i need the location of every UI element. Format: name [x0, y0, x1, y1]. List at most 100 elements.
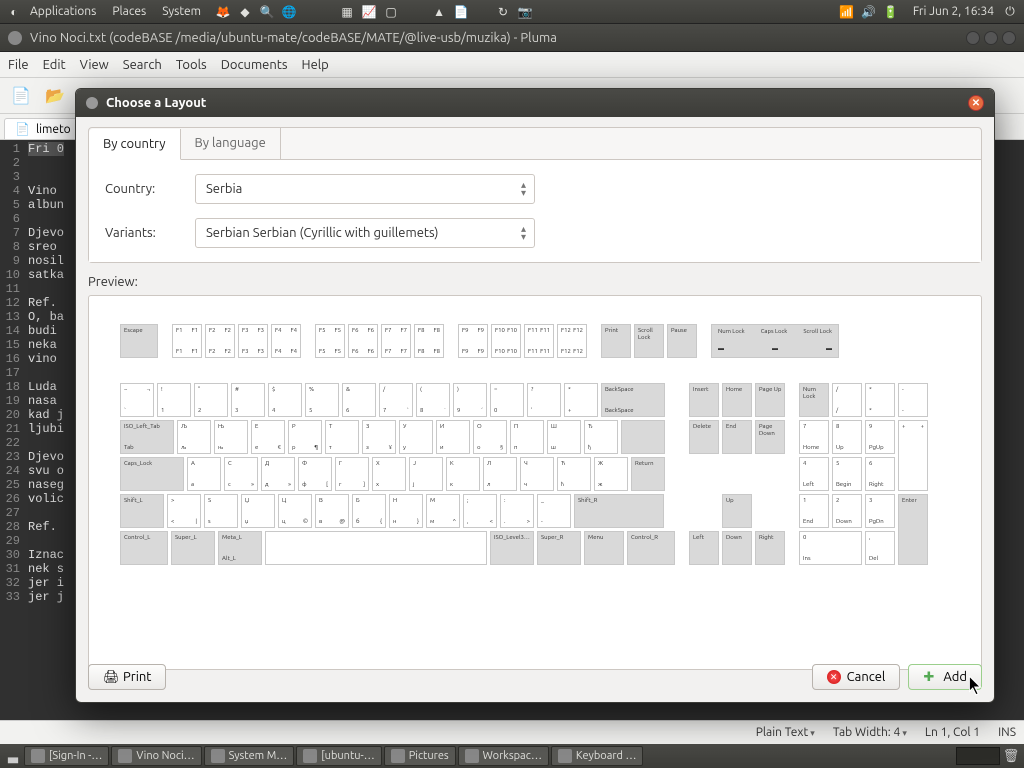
- wifi-icon[interactable]: 📶: [839, 4, 855, 20]
- key: F5F5F5F5: [315, 324, 345, 358]
- clock[interactable]: Fri Jun 2, 16:34: [905, 5, 1002, 18]
- key: ISO_Level3…: [490, 531, 534, 565]
- key: F1F1F1F1: [172, 324, 202, 358]
- dialog-close-button[interactable]: ✕: [968, 95, 984, 111]
- menu-search[interactable]: Search: [123, 58, 162, 72]
- tab-limeto[interactable]: 📄 limeto: [4, 118, 82, 139]
- task-item[interactable]: Vino Noci…: [111, 746, 201, 766]
- key: ~¬`: [120, 383, 154, 417]
- key: 8Up: [832, 420, 862, 454]
- key: ,Del: [865, 531, 895, 565]
- menu-tools[interactable]: Tools: [176, 58, 207, 72]
- key: Insert: [689, 383, 719, 417]
- key: _-: [537, 494, 571, 528]
- close-button[interactable]: [1002, 31, 1016, 45]
- notes-icon[interactable]: 📄: [453, 4, 469, 20]
- chevron-updown-icon: ▴▾: [521, 225, 526, 241]
- terminal-icon[interactable]: ▢: [383, 4, 399, 20]
- task-item[interactable]: Keyboard …: [551, 746, 644, 766]
- minimize-button[interactable]: [966, 31, 980, 45]
- app1-icon[interactable]: ▦: [339, 4, 355, 20]
- globe-icon[interactable]: 🌐: [281, 4, 297, 20]
- add-button[interactable]: Add: [908, 664, 982, 690]
- task-item[interactable]: [ubuntu-…: [296, 746, 381, 766]
- key: Shift_R: [574, 494, 664, 528]
- tab-by-country[interactable]: By country: [89, 129, 181, 160]
- new-button[interactable]: 📄: [6, 81, 36, 111]
- menu-documents[interactable]: Documents: [221, 58, 288, 72]
- task-item[interactable]: [Sign-In -…: [24, 746, 109, 766]
- monitor-icon[interactable]: 📈: [361, 4, 377, 20]
- search-icon[interactable]: 🔍: [259, 4, 275, 20]
- update-icon[interactable]: ↻: [495, 4, 511, 20]
- key: Up: [722, 494, 752, 528]
- preview-label: Preview:: [88, 275, 982, 289]
- key: F8F8F8F8: [414, 324, 444, 358]
- status-tabwidth[interactable]: Tab Width: 4: [833, 726, 907, 739]
- key: &6: [342, 383, 376, 417]
- print-button[interactable]: Print: [88, 664, 166, 690]
- open-button[interactable]: 📂: [40, 81, 70, 111]
- key: ;,<: [463, 494, 497, 528]
- key: Шш: [547, 420, 581, 454]
- dialog-title: Choose a Layout: [106, 96, 206, 110]
- bottom-panel: ▃ [Sign-In -… Vino Noci… System M… [ubun…: [0, 744, 1024, 768]
- status-position: Ln 1, Col 1: [925, 726, 980, 739]
- task-item[interactable]: Pictures: [384, 746, 456, 766]
- menu-file[interactable]: File: [8, 58, 29, 72]
- mate-icon[interactable]: ◐: [6, 4, 22, 20]
- key: Ее€: [251, 420, 285, 454]
- cancel-button[interactable]: Cancel: [812, 664, 901, 690]
- window-title: Vino Noci.txt (codeBASE /media/ubuntu-ma…: [30, 31, 557, 45]
- show-desktop-icon[interactable]: ▃: [4, 749, 22, 764]
- menu-system[interactable]: System: [154, 5, 209, 18]
- key: Бб{: [352, 494, 386, 528]
- code-area[interactable]: Fri 0Vino albunDjevosreo nosilsatkaRef. …: [24, 140, 68, 734]
- key: Љљ: [177, 420, 211, 454]
- key: Пп: [510, 420, 544, 454]
- firefox-icon[interactable]: 🦊: [215, 4, 231, 20]
- firefox-icon: [303, 749, 317, 763]
- torrent-icon[interactable]: ◆: [237, 4, 253, 20]
- key: :.>: [500, 494, 534, 528]
- battery-icon[interactable]: 🔋: [883, 4, 899, 20]
- task-item[interactable]: Workspac…: [458, 746, 549, 766]
- key: Рр¶: [288, 420, 322, 454]
- camera-icon[interactable]: 📷: [517, 4, 533, 20]
- key: Right: [755, 531, 785, 565]
- variants-combo[interactable]: Serbian Serbian (Cyrillic with guillemet…: [195, 218, 535, 248]
- menu-applications[interactable]: Applications: [22, 5, 104, 18]
- country-combo[interactable]: Serbia ▴▾: [195, 174, 535, 204]
- menu-help[interactable]: Help: [302, 58, 329, 72]
- key: F11F11F11F11: [524, 324, 554, 358]
- key: Сс»: [224, 457, 258, 491]
- vlc-icon[interactable]: ▲: [431, 4, 447, 20]
- key: "2: [194, 383, 228, 417]
- pluma-titlebar: Vino Noci.txt (codeBASE /media/ubuntu-ma…: [0, 24, 1024, 52]
- workspace-switcher[interactable]: [956, 747, 1000, 765]
- key: Кк: [446, 457, 480, 491]
- key: F12F12F12F12: [557, 324, 587, 358]
- menu-edit[interactable]: Edit: [43, 58, 66, 72]
- power-icon[interactable]: ⏻: [1002, 4, 1018, 20]
- key: F4F4F4F4: [271, 324, 301, 358]
- tab-by-language[interactable]: By language: [181, 128, 281, 159]
- trash-icon[interactable]: 🗑: [1002, 749, 1020, 764]
- key: Жж: [594, 457, 628, 491]
- task-item[interactable]: System M…: [204, 746, 295, 766]
- key: Мм^: [426, 494, 460, 528]
- status-language[interactable]: Plain Text: [756, 726, 815, 739]
- key: Уу: [399, 420, 433, 454]
- volume-icon[interactable]: 🔊: [861, 4, 877, 20]
- key: )9´: [453, 383, 487, 417]
- key: 2Down: [832, 494, 862, 528]
- key: Escape: [120, 324, 158, 358]
- menu-view[interactable]: View: [80, 58, 109, 72]
- key: Print: [601, 324, 631, 358]
- key: F10F10F10F10: [491, 324, 521, 358]
- key: Num Lock: [799, 383, 829, 417]
- menu-places[interactable]: Places: [104, 5, 154, 18]
- key: Control_L: [120, 531, 168, 565]
- key: Дд»: [261, 457, 295, 491]
- maximize-button[interactable]: [984, 31, 998, 45]
